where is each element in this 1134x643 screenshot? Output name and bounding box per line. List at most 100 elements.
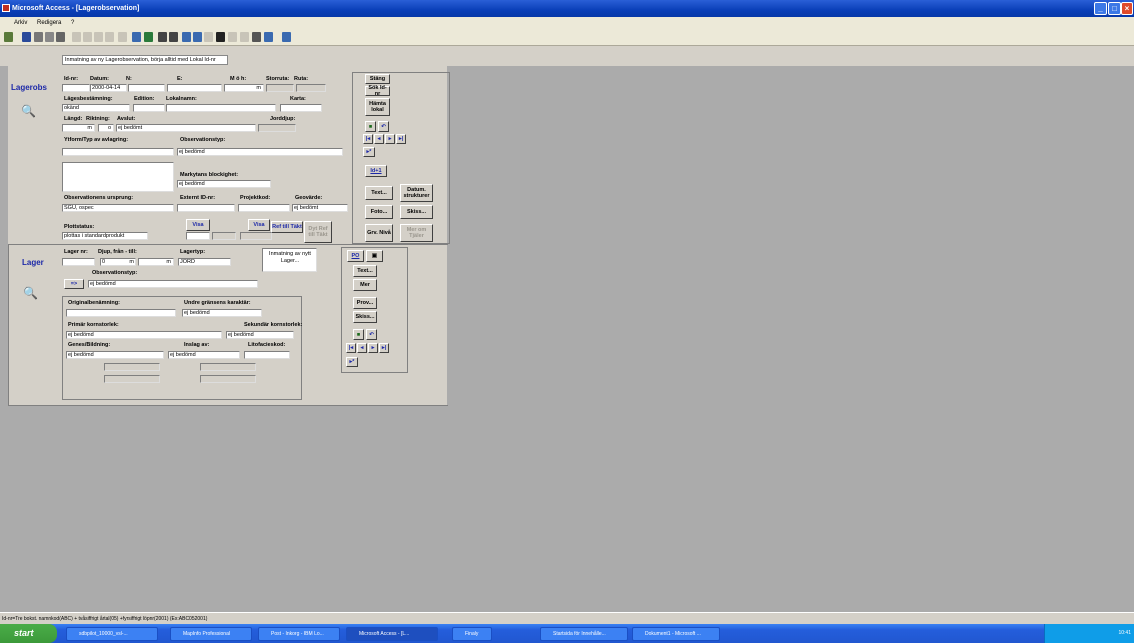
maximize-button[interactable]: □: [1108, 2, 1121, 15]
grv-niva-button[interactable]: Grv. Nivå: [365, 224, 393, 242]
sort-ascending-icon[interactable]: [158, 32, 167, 42]
inslag-select[interactable]: ej bedömd: [168, 351, 240, 359]
djup-till-field[interactable]: m: [138, 258, 174, 266]
taskbar-item-3[interactable]: Post - Inkorg - IBM Lo...: [258, 627, 340, 641]
minimize-button[interactable]: _: [1094, 2, 1107, 15]
start-button[interactable]: start: [0, 624, 57, 643]
design-view-icon[interactable]: [4, 32, 13, 42]
lager-last-record-icon[interactable]: ▸|: [379, 343, 389, 353]
lager-undo-icon[interactable]: ↶: [366, 329, 377, 340]
close-button[interactable]: ×: [1121, 2, 1133, 15]
taskbar-item-5[interactable]: Finaly: [452, 627, 492, 641]
visa-field-1[interactable]: [186, 232, 210, 240]
filter-by-selection-icon[interactable]: [182, 32, 191, 42]
lager-next-record-icon[interactable]: ▸: [368, 343, 378, 353]
cut-icon[interactable]: [72, 32, 81, 42]
database-window-icon[interactable]: [264, 32, 273, 42]
primar-select[interactable]: ej bedömd: [66, 331, 222, 339]
undo-icon[interactable]: [118, 32, 127, 42]
hyperlink-icon[interactable]: [132, 32, 141, 42]
ytform-memo[interactable]: [62, 162, 174, 192]
undo-record-icon[interactable]: ↶: [378, 121, 389, 132]
sok-idnr-button[interactable]: Sök Id-nr: [365, 85, 390, 97]
po-button[interactable]: PO: [347, 250, 364, 262]
save-icon[interactable]: [22, 32, 31, 42]
foto-button[interactable]: Foto...: [365, 205, 393, 219]
spelling-icon[interactable]: [56, 32, 65, 42]
avslut-select[interactable]: ej bedömt: [116, 124, 256, 132]
filter-by-form-icon[interactable]: [193, 32, 202, 42]
print-preview-icon[interactable]: [45, 32, 54, 42]
find-icon[interactable]: [216, 32, 225, 42]
first-record-icon[interactable]: |◂: [363, 134, 373, 144]
riktning-field[interactable]: o: [98, 124, 114, 132]
idnr-field[interactable]: [62, 84, 90, 92]
geovarde-select[interactable]: ej bedömt: [292, 204, 348, 212]
arrow-button[interactable]: =>: [64, 279, 84, 289]
lager-first-record-icon[interactable]: |◂: [346, 343, 356, 353]
copy-icon[interactable]: [83, 32, 92, 42]
e-field[interactable]: [167, 84, 222, 92]
ursprung-select[interactable]: SGU, ospec: [62, 204, 174, 212]
lager-new-record-icon[interactable]: ▸*: [346, 357, 358, 367]
djup-fran-field[interactable]: 0m: [100, 258, 136, 266]
ref-till-takt-button[interactable]: Ref till Täkt: [271, 221, 303, 233]
taskbar-item-7[interactable]: Dokument1 - Microsoft ...: [632, 627, 720, 641]
ytform-select[interactable]: [62, 148, 174, 156]
print-icon[interactable]: [34, 32, 43, 42]
delete-record-icon[interactable]: [240, 32, 249, 42]
paste-icon[interactable]: [94, 32, 103, 42]
hamta-lokal-button[interactable]: Hämta lokal: [365, 98, 390, 116]
binoculars-icon[interactable]: 🔍: [21, 104, 36, 118]
lager-text-button[interactable]: Text...: [353, 265, 377, 277]
observationstyp-select[interactable]: ej bedömd: [177, 148, 343, 156]
lager-trash-icon[interactable]: ■: [353, 329, 364, 340]
lager-skiss-button[interactable]: Skiss...: [353, 311, 377, 323]
trash-icon[interactable]: ■: [365, 121, 376, 132]
prov-button[interactable]: Prov...: [353, 297, 377, 309]
externt-field[interactable]: [177, 204, 235, 212]
karta-select[interactable]: [280, 104, 322, 112]
taskbar-item-1[interactable]: sdbpilot_10000_vsl-...: [66, 627, 158, 641]
menu-arkiv[interactable]: Arkiv: [14, 20, 27, 26]
moh-field[interactable]: m: [224, 84, 264, 92]
undre-grans-select[interactable]: ej bedömd: [182, 309, 262, 317]
taskbar-item-6[interactable]: Startsida för Innehålle...: [540, 627, 628, 641]
lagernr-field[interactable]: [62, 258, 95, 266]
datum-field[interactable]: 2000-04-14: [90, 84, 127, 92]
datum-strukturer-button[interactable]: Datum. strukturer: [400, 184, 433, 202]
plottstatus-select[interactable]: plottas i standardprodukt: [62, 232, 148, 240]
menu-redigera[interactable]: Redigera: [37, 20, 61, 26]
web-toolbar-icon[interactable]: [144, 32, 153, 42]
idplus1-button[interactable]: Id+1: [365, 165, 387, 177]
lager-previous-record-icon[interactable]: ◂: [357, 343, 367, 353]
mer-button[interactable]: Mer: [353, 279, 377, 291]
litofacies-select[interactable]: [244, 351, 290, 359]
edition-field[interactable]: [133, 104, 165, 112]
markytans-select[interactable]: ej bedömd: [177, 180, 271, 188]
projektkod-field[interactable]: [238, 204, 290, 212]
sekundar-select[interactable]: ej bedömd: [226, 331, 294, 339]
new-record-nav-icon[interactable]: ▸*: [363, 147, 375, 157]
lagesbestamning-select[interactable]: okänd: [62, 104, 130, 112]
langd-field[interactable]: m: [62, 124, 95, 132]
last-record-icon[interactable]: ▸|: [396, 134, 406, 144]
lager-observationstyp-select[interactable]: ej bedömd: [88, 280, 258, 288]
camera-icon[interactable]: ▣: [366, 250, 383, 262]
text-button[interactable]: Text...: [365, 186, 393, 200]
next-record-icon[interactable]: ▸: [385, 134, 395, 144]
previous-record-icon[interactable]: ◂: [374, 134, 384, 144]
lager-binoculars-icon[interactable]: 🔍: [23, 286, 38, 300]
lagertyp-select[interactable]: JORD: [178, 258, 231, 266]
genes-select[interactable]: ej bedömd: [66, 351, 164, 359]
visa-button-1[interactable]: Visa: [186, 219, 210, 231]
properties-icon[interactable]: [252, 32, 261, 42]
menu-help[interactable]: ?: [71, 20, 74, 26]
skiss-button[interactable]: Skiss...: [400, 205, 433, 219]
taskbar-item-4[interactable]: Microsoft Access - [L...: [346, 627, 438, 641]
originalbenamning-field[interactable]: [66, 309, 176, 317]
n-field[interactable]: [128, 84, 165, 92]
format-painter-icon[interactable]: [105, 32, 114, 42]
help-icon[interactable]: [282, 32, 291, 42]
apply-filter-icon[interactable]: [204, 32, 213, 42]
